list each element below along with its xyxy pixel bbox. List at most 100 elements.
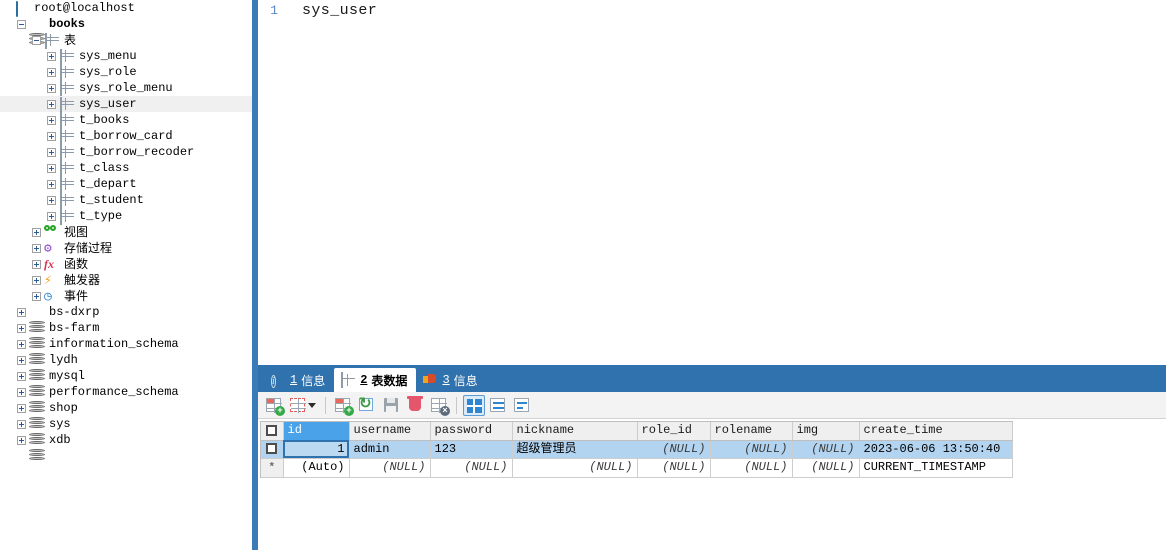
form-view-button[interactable] (487, 395, 509, 416)
tree-item-bs-farm[interactable]: bs-farm (0, 320, 252, 348)
tree-item-t_borrow_recoder[interactable]: t_borrow_recoder (0, 144, 252, 161)
expand-icon[interactable] (47, 147, 56, 157)
new-row-marker[interactable]: * (261, 458, 284, 478)
expand-icon[interactable] (47, 131, 56, 141)
expand-icon[interactable] (17, 307, 26, 317)
table-row[interactable]: 1 admin 123 超级管理员 (NULL) (NULL) (NULL) 2023-06-… (261, 440, 1013, 459)
expand-icon[interactable] (47, 179, 56, 189)
grid-toolbar[interactable]: + + × (258, 392, 1166, 419)
column-header-nickname[interactable]: nickname (512, 422, 638, 441)
column-header-username[interactable]: username (349, 422, 431, 441)
cell-create_time[interactable]: CURRENT_TIMESTAMP (859, 458, 1013, 478)
tree-item-mysql[interactable]: mysql (0, 368, 252, 396)
cell-img[interactable]: (NULL) (792, 458, 860, 478)
cell-img[interactable]: (NULL) (792, 440, 860, 459)
column-header-role_id[interactable]: role_id (637, 422, 711, 441)
table-data-grid[interactable]: id username password nickname role_id rolenam… (260, 421, 1013, 478)
tree-item-t_type[interactable]: t_type (0, 208, 252, 225)
tree-item-xdb[interactable]: xdb (0, 432, 252, 460)
add-record-button[interactable]: + (263, 395, 285, 416)
expand-icon[interactable] (47, 67, 56, 77)
cell-role_id[interactable]: (NULL) (637, 458, 711, 478)
cell-create_time[interactable]: 2023-06-06 13:50:40 (859, 440, 1013, 459)
results-tab-3[interactable]: 3 信息 (416, 368, 486, 392)
expand-icon[interactable] (32, 259, 41, 269)
expand-icon[interactable] (47, 99, 56, 109)
tree-item-bs-dxrp[interactable]: bs-dxrp (0, 304, 252, 332)
expand-icon[interactable] (17, 323, 26, 333)
cell-password[interactable]: 123 (430, 440, 513, 459)
object-browser-sidebar[interactable]: root@localhost books 表 sys_menu sys_role sys_… (0, 0, 252, 550)
tree-item-performance_schema[interactable]: performance_schema (0, 384, 252, 412)
text-view-button[interactable] (511, 395, 533, 416)
expand-icon[interactable] (17, 435, 26, 445)
collapse-icon[interactable] (17, 19, 26, 29)
chevron-down-icon[interactable] (308, 402, 316, 408)
cell-rolename[interactable]: (NULL) (710, 440, 793, 459)
column-header-id[interactable]: id (283, 422, 350, 441)
tree-item-shop[interactable]: shop (0, 400, 252, 428)
editor-code-line[interactable]: sys_user (302, 1, 377, 20)
delete-record-button[interactable] (404, 395, 426, 416)
save-button[interactable] (380, 395, 402, 416)
tree-item-[interactable]: ⚙ 存储过程 (0, 240, 252, 256)
expand-icon[interactable] (17, 419, 26, 429)
tree-item-[interactable]: fx 函数 (0, 256, 252, 272)
cell-id[interactable]: 1 (283, 440, 350, 459)
cell-nickname[interactable]: (NULL) (512, 458, 638, 478)
expand-icon[interactable] (17, 339, 26, 349)
cancel-changes-button[interactable]: × (428, 395, 450, 416)
column-header-img[interactable]: img (792, 422, 860, 441)
results-tab-2[interactable]: 2 表数据 (334, 368, 417, 392)
grid-view-button[interactable] (463, 394, 485, 416)
tree-item-sys_role_menu[interactable]: sys_role_menu (0, 80, 252, 97)
tree-item-information_schema[interactable]: information_schema (0, 336, 252, 364)
cell-username[interactable]: (NULL) (349, 458, 431, 478)
tree-item-root-localhost[interactable]: root@localhost (0, 0, 252, 17)
expand-icon[interactable] (17, 371, 26, 381)
tree-item-[interactable]: 视图 (0, 224, 252, 240)
tree-item-t_student[interactable]: t_student (0, 192, 252, 209)
cell-id[interactable]: (Auto) (283, 458, 350, 478)
tree-item-sys_user[interactable]: sys_user (0, 96, 252, 113)
results-tab-bar[interactable]: i 1 信息 2 表数据 3 信息 (258, 365, 1166, 392)
tree-item-sys_role[interactable]: sys_role (0, 64, 252, 81)
duplicate-record-button[interactable]: + (332, 395, 354, 416)
table-row[interactable]: * (Auto) (NULL) (NULL) (NULL) (NULL) (NULL) (NU… (261, 458, 1013, 478)
column-header-rolename[interactable]: rolename (710, 422, 793, 441)
tree-item-sys_menu[interactable]: sys_menu (0, 48, 252, 65)
checkbox-icon[interactable] (266, 442, 278, 454)
select-all-checkbox-header[interactable] (261, 422, 284, 441)
tree-item-t_class[interactable]: t_class (0, 160, 252, 177)
row-select-checkbox[interactable] (261, 440, 284, 459)
expand-icon[interactable] (17, 355, 26, 365)
expand-icon[interactable] (32, 243, 41, 253)
expand-icon[interactable] (32, 275, 41, 285)
tree-item-books[interactable]: books (0, 16, 252, 44)
expand-icon[interactable] (17, 387, 26, 397)
cell-nickname[interactable]: 超级管理员 (512, 440, 638, 459)
cell-username[interactable]: admin (349, 440, 431, 459)
expand-icon[interactable] (47, 51, 56, 61)
cell-password[interactable]: (NULL) (430, 458, 513, 478)
results-tab-1[interactable]: i 1 信息 (264, 368, 334, 392)
column-header-create_time[interactable]: create_time (859, 422, 1013, 441)
expand-icon[interactable] (32, 227, 41, 237)
tree-item-[interactable]: 表 (0, 32, 252, 49)
tree-item-[interactable]: ⚡ 触发器 (0, 272, 252, 288)
expand-icon[interactable] (47, 211, 56, 221)
tree-item-sys[interactable]: sys (0, 416, 252, 444)
tree-item-t_books[interactable]: t_books (0, 112, 252, 129)
cell-rolename[interactable]: (NULL) (710, 458, 793, 478)
collapse-icon[interactable] (32, 35, 41, 45)
tree-item-t_borrow_card[interactable]: t_borrow_card (0, 128, 252, 145)
expand-icon[interactable] (47, 195, 56, 205)
expand-icon[interactable] (47, 83, 56, 93)
sql-editor-pane[interactable]: 1 sys_user (258, 0, 1166, 365)
insert-record-dropdown-button[interactable] (287, 395, 309, 416)
cell-role_id[interactable]: (NULL) (637, 440, 711, 459)
refresh-button[interactable] (356, 394, 378, 416)
checkbox-icon[interactable] (266, 424, 278, 436)
column-header-password[interactable]: password (430, 422, 513, 441)
tree-item-t_depart[interactable]: t_depart (0, 176, 252, 193)
